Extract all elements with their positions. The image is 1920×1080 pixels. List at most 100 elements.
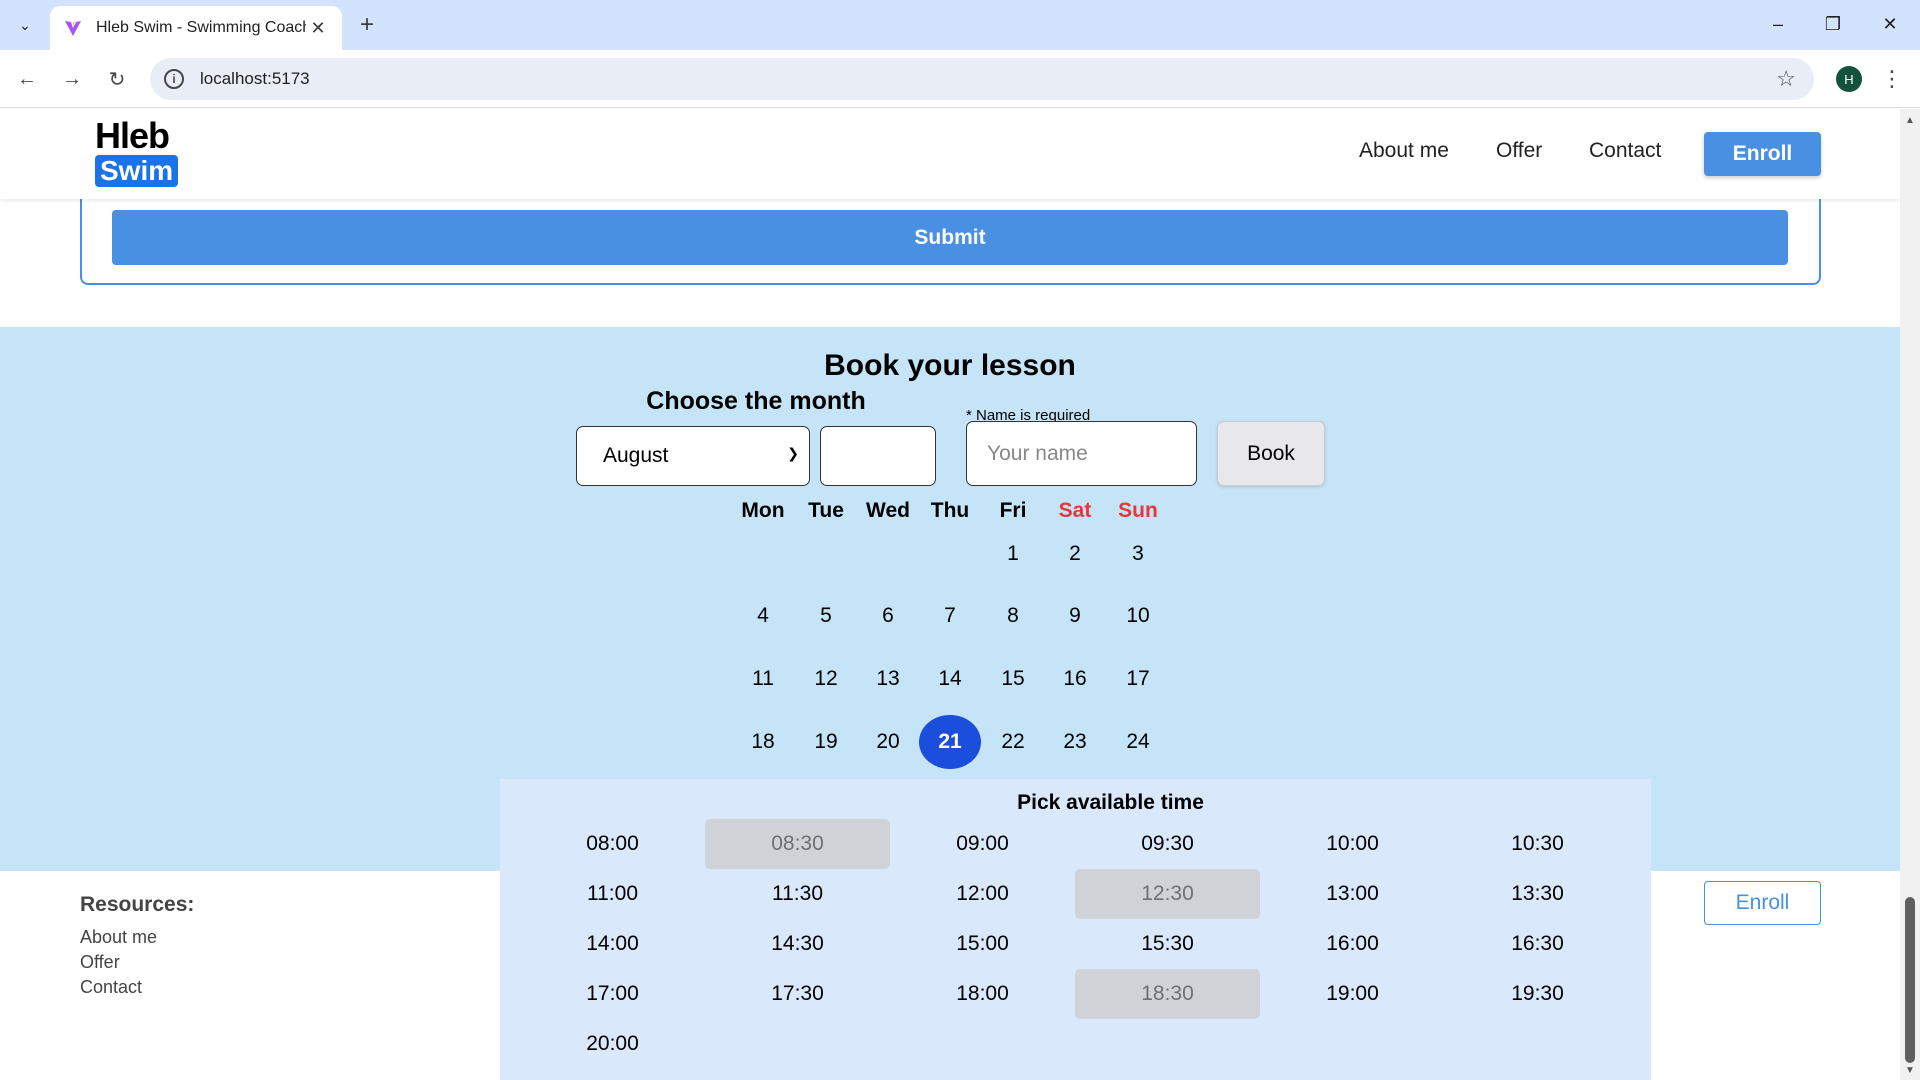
scroll-up-arrow-icon[interactable]: ▲ (1905, 115, 1915, 126)
calendar-day[interactable]: 18 (732, 715, 794, 769)
logo-text-top: Hleb (95, 115, 170, 156)
footer-link-contact[interactable]: Contact (80, 977, 142, 998)
site-logo[interactable]: Hleb Swim (95, 115, 179, 187)
time-slot[interactable]: 11:30 (705, 869, 890, 919)
profile-avatar[interactable]: H (1836, 66, 1862, 92)
book-button[interactable]: Book (1217, 421, 1325, 486)
calendar-day[interactable]: 8 (982, 589, 1044, 643)
time-slot[interactable]: 15:00 (890, 919, 1075, 969)
calendar-day[interactable]: 6 (857, 589, 919, 643)
calendar-day[interactable]: 10 (1107, 589, 1169, 643)
calendar-day[interactable]: 24 (1107, 715, 1169, 769)
calendar-day[interactable]: 12 (795, 652, 857, 706)
browser-menu-icon[interactable]: ⋮ (1880, 64, 1904, 94)
time-slot[interactable]: 09:30 (1075, 819, 1260, 869)
time-slot[interactable]: 11:00 (520, 869, 705, 919)
year-input[interactable] (820, 426, 936, 486)
time-slot[interactable]: 15:30 (1075, 919, 1260, 969)
footer-link-offer[interactable]: Offer (80, 952, 120, 973)
scrollbar[interactable]: ▲ ▼ (1900, 109, 1920, 1080)
time-slot[interactable]: 18:00 (890, 969, 1075, 1019)
time-slot[interactable]: 10:00 (1260, 819, 1445, 869)
time-picker: Pick available time 08:00 08:30 09:00 09:30… (500, 779, 1651, 1080)
calendar-day[interactable]: 5 (795, 589, 857, 643)
weekday-header: Sat (1058, 499, 1092, 522)
tab-search-chevron-icon[interactable]: ⌄ (10, 10, 40, 40)
reload-icon[interactable]: ↻ (101, 63, 133, 95)
nav-offer[interactable]: Offer (1496, 139, 1542, 163)
logo-text-bottom: Swim (95, 155, 179, 187)
time-slot[interactable]: 16:00 (1260, 919, 1445, 969)
browser-toolbar: ← → ↻ i localhost:5173 ☆ H ⋮ (0, 50, 1920, 108)
time-slot[interactable]: 19:00 (1260, 969, 1445, 1019)
booking-title: Book your lesson (824, 349, 1076, 382)
address-url[interactable]: localhost:5173 (200, 69, 1776, 89)
time-slot[interactable]: 13:30 (1445, 869, 1630, 919)
nav-contact[interactable]: Contact (1589, 139, 1661, 163)
calendar-day[interactable]: 14 (919, 652, 981, 706)
weekday-header: Mon (741, 499, 785, 522)
calendar-day[interactable]: 2 (1044, 527, 1106, 581)
browser-tab[interactable]: Hleb Swim - Swimming Coach ✕ (50, 6, 342, 50)
header-enroll-button[interactable]: Enroll (1704, 132, 1821, 176)
calendar-day[interactable]: 9 (1044, 589, 1106, 643)
weekday-header: Fri (999, 499, 1027, 522)
time-picker-title: Pick available time (1017, 791, 1204, 814)
time-slot[interactable]: 17:00 (520, 969, 705, 1019)
weekday-header: Tue (808, 499, 844, 522)
resources-title: Resources: (80, 893, 195, 916)
time-slot[interactable]: 16:30 (1445, 919, 1630, 969)
bookmark-star-icon[interactable]: ☆ (1776, 66, 1796, 92)
close-window-icon[interactable]: ✕ (1870, 8, 1910, 40)
time-slot[interactable]: 14:00 (520, 919, 705, 969)
page-viewport: Hleb Swim About me Offer Contact Enroll … (0, 109, 1900, 1080)
calendar-day[interactable]: 1 (982, 527, 1044, 581)
scrollbar-thumb[interactable] (1905, 897, 1915, 1063)
address-bar[interactable]: i localhost:5173 ☆ (150, 58, 1814, 100)
restore-icon[interactable]: ❐ (1813, 8, 1853, 40)
calendar-day[interactable]: 3 (1107, 527, 1169, 581)
scroll-down-arrow-icon[interactable]: ▼ (1905, 1065, 1915, 1076)
name-input[interactable]: Your name (966, 421, 1197, 486)
submit-button[interactable]: Submit (112, 210, 1788, 265)
site-header: Hleb Swim About me Offer Contact Enroll (0, 109, 1900, 199)
back-icon[interactable]: ← (11, 63, 43, 95)
chevron-down-icon: ❯ (787, 445, 799, 461)
calendar-day[interactable]: 7 (919, 589, 981, 643)
site-info-icon[interactable]: i (164, 69, 184, 89)
footer-link-about-me[interactable]: About me (80, 927, 157, 948)
calendar-day[interactable]: 19 (795, 715, 857, 769)
calendar-day[interactable]: 16 (1044, 652, 1106, 706)
calendar-day[interactable]: 22 (982, 715, 1044, 769)
time-slot[interactable]: 19:30 (1445, 969, 1630, 1019)
calendar-day[interactable]: 17 (1107, 652, 1169, 706)
nav-about-me[interactable]: About me (1359, 139, 1449, 163)
calendar-day[interactable]: 20 (857, 715, 919, 769)
month-title: Choose the month (646, 387, 866, 415)
time-slot[interactable]: 09:00 (890, 819, 1075, 869)
new-tab-icon[interactable]: + (352, 10, 382, 40)
tab-close-icon[interactable]: ✕ (306, 18, 330, 39)
minimize-icon[interactable]: – (1758, 8, 1798, 40)
footer-enroll-button[interactable]: Enroll (1704, 881, 1821, 925)
forward-icon[interactable]: → (56, 63, 88, 95)
calendar-day-selected[interactable]: 21 (919, 715, 981, 769)
weekday-header: Wed (866, 499, 910, 522)
weekday-header: Thu (930, 499, 970, 522)
calendar-day[interactable]: 11 (732, 652, 794, 706)
calendar-day[interactable]: 4 (732, 589, 794, 643)
time-slot[interactable]: 14:30 (705, 919, 890, 969)
calendar-day[interactable]: 23 (1044, 715, 1106, 769)
calendar-day[interactable]: 15 (982, 652, 1044, 706)
month-select[interactable]: August ❯ (576, 426, 810, 486)
time-slot[interactable]: 20:00 (520, 1019, 705, 1069)
time-slot[interactable]: 12:00 (890, 869, 1075, 919)
time-slot[interactable]: 08:00 (520, 819, 705, 869)
time-slot-unavailable: 18:30 (1075, 969, 1260, 1019)
weekday-header: Sun (1118, 499, 1158, 522)
tab-title: Hleb Swim - Swimming Coach (96, 19, 306, 36)
time-slot[interactable]: 10:30 (1445, 819, 1630, 869)
time-slot[interactable]: 17:30 (705, 969, 890, 1019)
calendar-day[interactable]: 13 (857, 652, 919, 706)
time-slot[interactable]: 13:00 (1260, 869, 1445, 919)
